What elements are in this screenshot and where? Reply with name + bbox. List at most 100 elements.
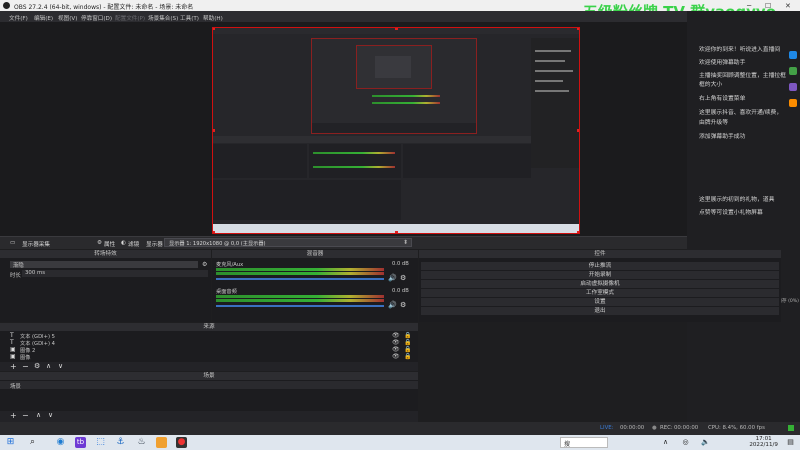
studio-mode-button[interactable]: 工作室模式: [421, 289, 779, 297]
source-item[interactable]: T 文本 (GDI+) 5 👁 🔒: [0, 332, 418, 340]
menu-edit[interactable]: 编辑(E): [34, 14, 53, 22]
side-app-icon[interactable]: [789, 51, 797, 59]
side-app-icon[interactable]: [789, 99, 797, 107]
lock-icon[interactable]: 🔒: [404, 339, 411, 346]
source-item[interactable]: ▣ 图像 👁 🔒: [0, 353, 418, 361]
move-up-button[interactable]: ∧: [36, 411, 41, 419]
gear-icon[interactable]: ⚙: [97, 240, 102, 246]
close-button[interactable]: ✕: [785, 2, 791, 10]
obs-taskbar-icon[interactable]: ●: [176, 437, 187, 448]
chat-message: 欢迎使用弹幕助手: [699, 60, 746, 66]
volume-slider[interactable]: [216, 278, 384, 280]
move-down-button[interactable]: ∨: [58, 362, 63, 370]
gear-icon[interactable]: ⚙: [400, 274, 406, 282]
live-time: 00:00:00: [620, 425, 645, 431]
remove-source-button[interactable]: −: [22, 362, 29, 371]
source-item[interactable]: ▣ 图像 2 👁 🔒: [0, 346, 418, 354]
scenes-dock: 场景 场景 + − ∧ ∨: [0, 372, 418, 422]
dock-title: 控件: [419, 250, 781, 258]
volume-meter: [216, 272, 384, 275]
cpu-fps: CPU: 8.4%, 60.00 fps: [708, 425, 765, 431]
filter-icon[interactable]: ◐: [121, 240, 126, 246]
notification-icon[interactable]: ▤: [785, 437, 796, 448]
sources-dock: 来源 T 文本 (GDI+) 5 👁 🔒 T 文本 (GDI+) 4 👁 🔒 ▣…: [0, 323, 418, 371]
app-icon[interactable]: tb: [75, 437, 86, 448]
dock-title: 转场特效: [0, 250, 211, 258]
menu-docks[interactable]: 停靠窗口(D): [81, 14, 112, 22]
windows-start-icon[interactable]: ⊞: [5, 437, 16, 448]
anchor-icon[interactable]: ⚓: [115, 437, 126, 448]
edge-browser-icon[interactable]: ◉: [55, 437, 66, 448]
display-select[interactable]: 显示器 1: 1920x1080 @ 0,0 (主显示器) ⬍: [164, 238, 412, 247]
speaker-icon[interactable]: 🔊: [388, 301, 397, 309]
taskbar-search-box[interactable]: 搜: [560, 437, 608, 448]
virtual-camera-button[interactable]: 启动虚拟摄像机: [421, 280, 779, 288]
menu-view[interactable]: 视图(V): [58, 14, 77, 22]
volume-slider[interactable]: [216, 305, 384, 307]
taskbar-clock[interactable]: 17:01 2022/11/9: [749, 436, 778, 448]
nested-meter: [372, 102, 440, 104]
nested-mixer: [309, 144, 401, 178]
stop-streaming-button[interactable]: 停止推流: [421, 262, 779, 270]
duration-input[interactable]: 300 ms: [22, 270, 208, 277]
eye-icon[interactable]: 👁: [392, 353, 400, 360]
steam-icon[interactable]: ♨: [136, 437, 147, 448]
app-icon[interactable]: [156, 437, 167, 448]
gear-icon[interactable]: ⚙: [400, 301, 406, 309]
menu-profile[interactable]: 配置文件(P): [115, 14, 145, 22]
tray-chevron-icon[interactable]: ∧: [660, 437, 671, 448]
remove-scene-button[interactable]: −: [22, 411, 29, 420]
side-app-icon[interactable]: [789, 67, 797, 75]
menu-help[interactable]: 帮助(H): [203, 14, 223, 22]
side-app-icon[interactable]: [789, 83, 797, 91]
transition-selected: 渐隐: [13, 263, 24, 269]
menu-scene-collection[interactable]: 场景集合(S): [148, 14, 178, 22]
lock-icon[interactable]: 🔒: [404, 332, 411, 339]
scenes-toolbar: + − ∧ ∨: [0, 411, 418, 422]
selected-source-name: 显示器采集: [22, 242, 50, 248]
eye-icon[interactable]: 👁: [392, 332, 400, 339]
eye-icon[interactable]: 👁: [392, 346, 400, 353]
scene-item[interactable]: 场景: [0, 381, 418, 390]
explorer-icon[interactable]: ⬚: [95, 437, 106, 448]
chat-message: 添加弹幕助手成功: [699, 134, 746, 140]
move-down-button[interactable]: ∨: [48, 411, 53, 419]
network-icon[interactable]: ◎: [680, 437, 691, 448]
source-properties-button[interactable]: ⚙: [34, 362, 40, 370]
rec-time: 00:00:00: [674, 425, 699, 431]
start-recording-button[interactable]: 开始录制: [421, 271, 779, 279]
image-icon: ▣: [10, 353, 16, 360]
text-icon: T: [10, 332, 14, 339]
menu-file[interactable]: 文件(F): [9, 14, 28, 22]
channel-name: 桌面音频: [216, 289, 237, 295]
add-scene-button[interactable]: +: [10, 411, 17, 420]
volume-icon[interactable]: 🔈: [700, 437, 711, 448]
source-item[interactable]: T 文本 (GDI+) 4 👁 🔒: [0, 339, 418, 347]
duration-label: 时长: [10, 273, 21, 279]
taskbar: ⊞ ⌕ ◉ tb ⬚ ⚓ ♨ ● 搜 ∧ ◎ 🔈 17:01 2022/11/9…: [0, 435, 800, 450]
rec-icon: ●: [652, 425, 657, 431]
speaker-icon[interactable]: 🔊: [388, 274, 397, 282]
nested-filters: [213, 144, 307, 178]
obs-logo-icon: [3, 2, 10, 9]
search-icon[interactable]: ⌕: [27, 437, 38, 448]
move-up-button[interactable]: ∧: [46, 362, 51, 370]
menu-tools[interactable]: 工具(T): [180, 14, 199, 22]
source-label: 图像: [20, 355, 31, 361]
lock-icon[interactable]: 🔒: [404, 346, 411, 353]
text-icon: T: [10, 339, 14, 346]
nested-preview-2: [356, 45, 432, 89]
lock-icon[interactable]: 🔒: [404, 353, 411, 360]
add-source-button[interactable]: +: [10, 362, 17, 371]
filters-button[interactable]: 滤镜: [128, 240, 139, 248]
exit-button[interactable]: 退出: [421, 307, 779, 315]
gear-icon[interactable]: ⚙: [202, 261, 207, 268]
properties-button[interactable]: 属性: [104, 240, 115, 248]
eye-icon[interactable]: 👁: [392, 339, 400, 346]
settings-button[interactable]: 设置: [421, 298, 779, 306]
volume-meter: [216, 295, 384, 298]
search-hint: 搜: [564, 441, 571, 448]
preview-canvas[interactable]: [212, 27, 580, 234]
transition-select[interactable]: 渐隐: [10, 261, 198, 269]
dock-title: 来源: [0, 323, 418, 331]
